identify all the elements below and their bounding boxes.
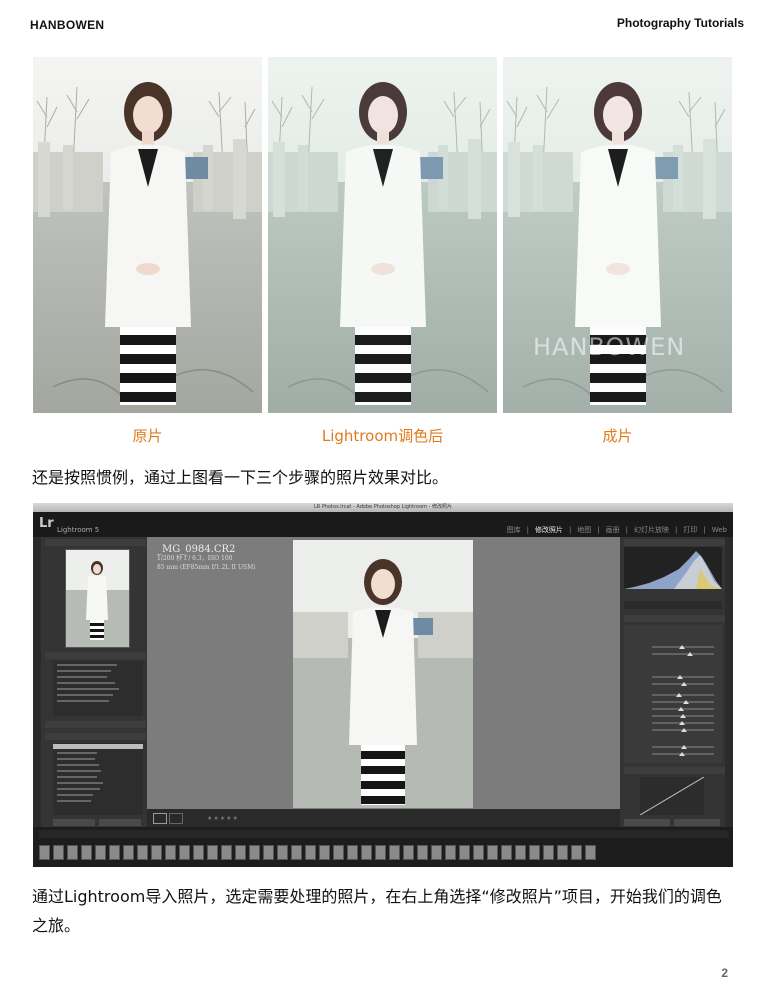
navigator-preview[interactable] bbox=[65, 549, 130, 648]
presets-list[interactable] bbox=[53, 661, 143, 716]
exif-lens: 85 mm (EF85mm f/1.2L II USM) bbox=[157, 564, 256, 571]
lightroom-window-title: LR Photos.lrcat - Adobe Photoshop Lightr… bbox=[33, 503, 733, 512]
header-brand: HANBOWEN bbox=[30, 18, 105, 32]
module-book[interactable]: 画册 bbox=[606, 526, 620, 534]
loupe-toolbar: ★★★★★ bbox=[147, 809, 620, 827]
lightroom-screenshot: LR Photos.lrcat - Adobe Photoshop Lightr… bbox=[33, 503, 733, 867]
presets-header[interactable] bbox=[45, 652, 146, 659]
lightroom-brand: Lightroom 5 bbox=[57, 526, 100, 534]
photo-original bbox=[33, 57, 262, 413]
exif-settings: 1/200 秒 f / 6.3，ISO 100 bbox=[157, 555, 233, 562]
histogram-display bbox=[624, 547, 722, 589]
filmstrip bbox=[33, 827, 733, 867]
left-panel bbox=[41, 537, 147, 827]
filmstrip-toolbar[interactable] bbox=[39, 830, 729, 838]
module-picker: 图库 | 修改照片 | 地图 | 画册 | 幻灯片放映 | 打印 | Web bbox=[506, 526, 727, 534]
histogram-header[interactable] bbox=[624, 539, 725, 546]
paragraph-comparison: 还是按照惯例，通过上图看一下三个步骤的照片效果对比。 bbox=[32, 468, 449, 487]
loupe-view: _MG_0984.CR2 1/200 秒 f / 6.3，ISO 100 85 … bbox=[147, 537, 620, 809]
tone-curve-graph[interactable] bbox=[639, 776, 705, 816]
photo-final: HANBOWEN bbox=[503, 57, 732, 413]
watermark-text: HANBOWEN bbox=[533, 333, 685, 361]
history-list[interactable] bbox=[53, 743, 143, 815]
module-library[interactable]: 图库 bbox=[507, 526, 521, 534]
tool-strip[interactable] bbox=[624, 601, 722, 609]
snapshots-header[interactable] bbox=[45, 721, 146, 728]
module-map[interactable]: 地图 bbox=[577, 526, 591, 534]
lightroom-top-bar: Lr Lightroom 5 图库 | 修改照片 | 地图 | 画册 | 幻灯片放映 | 打印 | We… bbox=[33, 512, 733, 537]
basic-sliders[interactable] bbox=[624, 625, 722, 763]
file-name: _MG_0984.CR2 bbox=[157, 544, 236, 555]
module-slideshow[interactable]: 幻灯片放映 bbox=[634, 526, 669, 534]
caption-final: 成片 bbox=[602, 427, 633, 445]
compare-view-icon[interactable] bbox=[169, 813, 183, 824]
loupe-view-icon[interactable] bbox=[153, 813, 167, 824]
module-web[interactable]: Web bbox=[712, 526, 727, 534]
paragraph-import-instructions: 通过Lightroom导入照片，选定需要处理的照片，在右上角选择“修改照片”项目… bbox=[32, 887, 722, 935]
module-print[interactable]: 打印 bbox=[683, 526, 697, 534]
right-panel bbox=[620, 537, 725, 827]
copy-button[interactable] bbox=[53, 819, 95, 826]
paste-button[interactable] bbox=[99, 819, 141, 826]
photo-info-overlay: _MG_0984.CR2 1/200 秒 f / 6.3，ISO 100 85 … bbox=[157, 545, 256, 572]
tone-curve-header[interactable] bbox=[624, 767, 725, 774]
develop-photo[interactable] bbox=[293, 540, 473, 808]
module-develop[interactable]: 修改照片 bbox=[535, 526, 563, 534]
reset-button[interactable] bbox=[674, 819, 720, 826]
navigator-header[interactable] bbox=[45, 539, 146, 546]
caption-original: 原片 bbox=[132, 427, 163, 445]
page-number: 2 bbox=[721, 966, 728, 980]
previous-button[interactable] bbox=[624, 819, 670, 826]
caption-lightroom: Lightroom调色后 bbox=[321, 427, 444, 445]
photo-lightroom bbox=[268, 57, 497, 413]
basic-header[interactable] bbox=[624, 615, 725, 622]
header-section-title: Photography Tutorials bbox=[616, 16, 744, 30]
history-header[interactable] bbox=[45, 733, 146, 740]
lightroom-logo-icon: Lr bbox=[39, 516, 54, 531]
rating-stars-icon[interactable]: ★★★★★ bbox=[207, 815, 239, 822]
